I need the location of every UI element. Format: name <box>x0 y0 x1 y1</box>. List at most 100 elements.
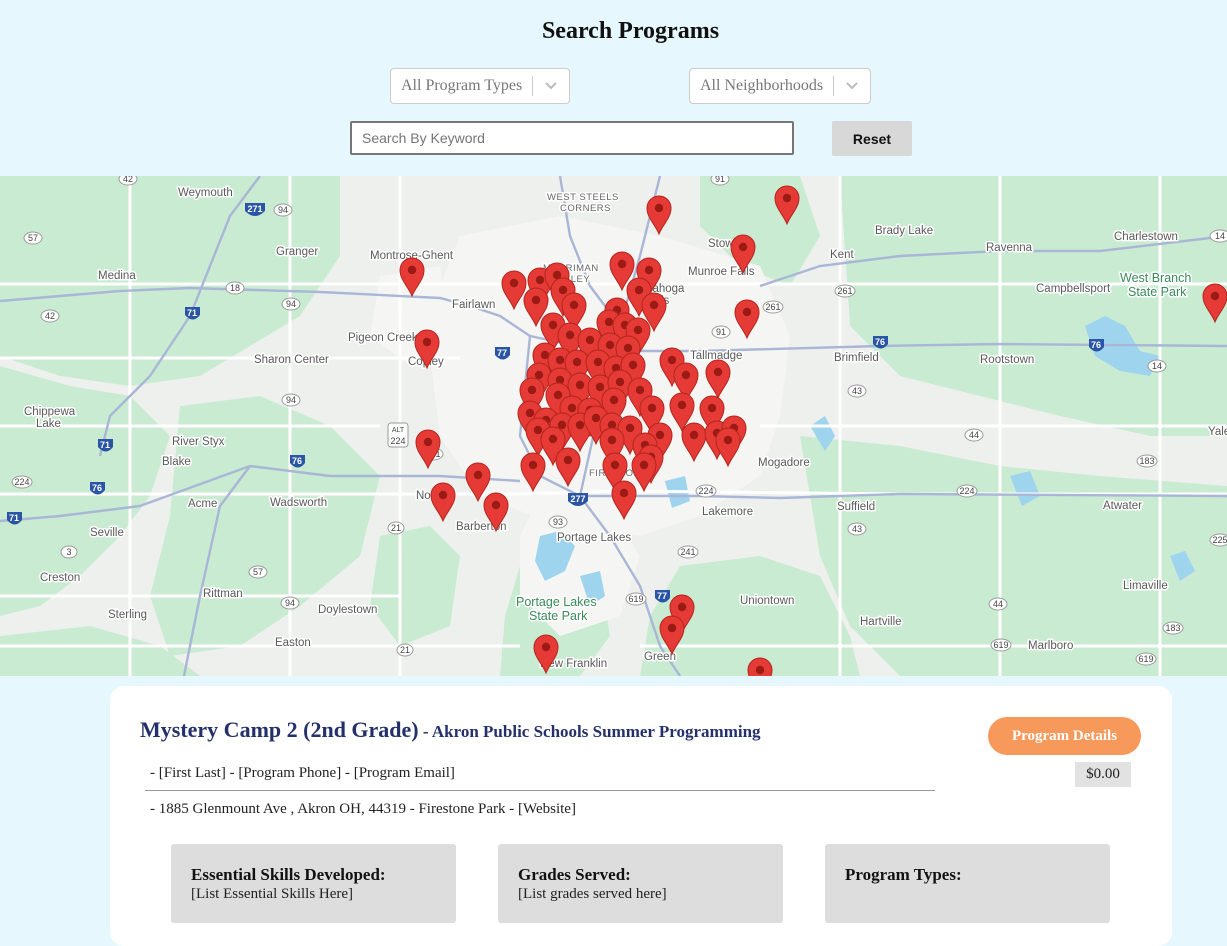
svg-text:Marlboro: Marlboro <box>1028 640 1073 652</box>
svg-text:Kent: Kent <box>830 249 854 261</box>
svg-text:77: 77 <box>497 348 507 358</box>
svg-text:76: 76 <box>1091 340 1101 350</box>
program-card: Mystery Camp 2 (2nd Grade) - Akron Publi… <box>110 686 1172 946</box>
program-types-title: Program Types: <box>845 865 962 884</box>
svg-text:261: 261 <box>837 286 852 296</box>
title-separator: - <box>418 722 432 741</box>
svg-text:76: 76 <box>92 483 102 493</box>
price-badge: $0.00 <box>1075 762 1131 787</box>
svg-text:Atwater: Atwater <box>1103 500 1142 512</box>
svg-text:71: 71 <box>100 440 110 450</box>
program-map[interactable]: Weymouth Granger Medina Montrose-Ghent F… <box>0 176 1227 676</box>
svg-text:94: 94 <box>286 395 296 405</box>
svg-text:Campbellsport: Campbellsport <box>1036 283 1111 295</box>
svg-text:42: 42 <box>45 311 55 321</box>
svg-text:Creston: Creston <box>40 572 80 584</box>
svg-text:Blake: Blake <box>162 456 191 468</box>
svg-text:94: 94 <box>285 598 295 608</box>
svg-text:Yale: Yale <box>1208 426 1227 438</box>
svg-text:619: 619 <box>1138 654 1153 664</box>
svg-text:Lake: Lake <box>36 418 61 430</box>
svg-text:State Park: State Park <box>1128 285 1187 299</box>
program-name[interactable]: Mystery Camp 2 (2nd Grade) <box>140 717 419 742</box>
grades-served-title: Grades Served: <box>518 865 631 884</box>
svg-text:Stow: Stow <box>708 238 734 250</box>
svg-text:271: 271 <box>247 204 262 214</box>
svg-text:Portage Lakes: Portage Lakes <box>516 595 597 609</box>
svg-text:Sharon Center: Sharon Center <box>254 354 329 366</box>
svg-text:94: 94 <box>286 299 296 309</box>
svg-text:Ravenna: Ravenna <box>986 242 1033 254</box>
svg-text:Doylestown: Doylestown <box>318 604 377 616</box>
svg-text:43: 43 <box>852 524 862 534</box>
svg-text:21: 21 <box>391 523 401 533</box>
svg-text:Uniontown: Uniontown <box>740 595 794 607</box>
svg-text:224: 224 <box>390 436 405 446</box>
svg-text:3: 3 <box>66 547 71 557</box>
svg-text:River Styx: River Styx <box>172 436 225 448</box>
svg-text:Lakemore: Lakemore <box>702 506 753 518</box>
svg-text:18: 18 <box>230 283 240 293</box>
svg-text:Easton: Easton <box>275 637 311 649</box>
contact-line: - [First Last] - [Program Phone] - [Prog… <box>150 765 455 781</box>
svg-text:CORNERS: CORNERS <box>560 203 611 214</box>
page-title: Search Programs <box>541 18 720 44</box>
svg-text:Brady Lake: Brady Lake <box>875 225 933 237</box>
svg-text:225: 225 <box>1212 535 1227 545</box>
reset-button[interactable]: Reset <box>832 121 912 156</box>
program-organization: Akron Public Schools Summer Programming <box>431 722 761 741</box>
svg-text:Rittman: Rittman <box>203 588 243 600</box>
divider <box>145 790 935 791</box>
svg-text:277: 277 <box>570 494 585 504</box>
svg-text:224: 224 <box>14 477 29 487</box>
svg-text:Charlestown: Charlestown <box>1114 231 1178 243</box>
svg-text:West Branch: West Branch <box>1120 271 1191 285</box>
svg-text:Sterling: Sterling <box>108 609 147 621</box>
svg-text:44: 44 <box>993 599 1003 609</box>
keyword-search-input[interactable] <box>350 121 794 155</box>
svg-text:Rootstown: Rootstown <box>980 354 1034 366</box>
chevron-down-icon[interactable] <box>533 81 569 91</box>
svg-text:183: 183 <box>1165 623 1180 633</box>
svg-text:57: 57 <box>28 233 38 243</box>
svg-text:Pigeon Creek: Pigeon Creek <box>348 332 418 344</box>
svg-text:Granger: Granger <box>276 246 318 258</box>
svg-text:71: 71 <box>9 513 19 523</box>
svg-text:619: 619 <box>993 640 1008 650</box>
svg-text:State Park: State Park <box>529 609 588 623</box>
svg-text:91: 91 <box>716 327 726 337</box>
neighborhood-value: All Neighborhoods <box>700 77 824 94</box>
chevron-down-icon[interactable] <box>834 81 870 91</box>
svg-text:Hartville: Hartville <box>860 616 902 628</box>
svg-text:76: 76 <box>292 456 302 466</box>
program-type-value: All Program Types <box>401 77 523 94</box>
svg-text:619: 619 <box>628 594 643 604</box>
svg-text:43: 43 <box>852 386 862 396</box>
neighborhood-select[interactable]: All Neighborhoods <box>689 68 871 104</box>
svg-text:Medina: Medina <box>98 270 136 282</box>
svg-text:Portage Lakes: Portage Lakes <box>557 532 631 544</box>
svg-text:93: 93 <box>553 517 563 527</box>
address-line: - 1885 Glenmount Ave , Akron OH, 44319 -… <box>150 801 576 817</box>
svg-text:ALT: ALT <box>392 427 405 434</box>
svg-text:76: 76 <box>875 337 885 347</box>
svg-text:Seville: Seville <box>90 527 124 539</box>
svg-text:14: 14 <box>1215 231 1225 241</box>
svg-text:Suffield: Suffield <box>837 501 875 513</box>
svg-text:Limaville: Limaville <box>1123 580 1168 592</box>
svg-text:57: 57 <box>253 567 263 577</box>
program-details-button[interactable]: Program Details <box>988 717 1141 755</box>
program-type-select[interactable]: All Program Types <box>390 68 570 104</box>
svg-text:21: 21 <box>400 645 410 655</box>
svg-text:71: 71 <box>187 308 197 318</box>
grades-served-box: Grades Served: [List grades served here] <box>498 844 783 923</box>
svg-text:91: 91 <box>715 176 725 184</box>
svg-text:261: 261 <box>765 302 780 312</box>
essential-skills-title: Essential Skills Developed: <box>191 865 386 884</box>
svg-text:42: 42 <box>123 176 133 184</box>
svg-text:77: 77 <box>657 591 667 601</box>
svg-text:224: 224 <box>698 486 713 496</box>
program-types-box: Program Types: <box>825 844 1110 923</box>
svg-text:14: 14 <box>1152 361 1162 371</box>
svg-text:224: 224 <box>959 486 974 496</box>
